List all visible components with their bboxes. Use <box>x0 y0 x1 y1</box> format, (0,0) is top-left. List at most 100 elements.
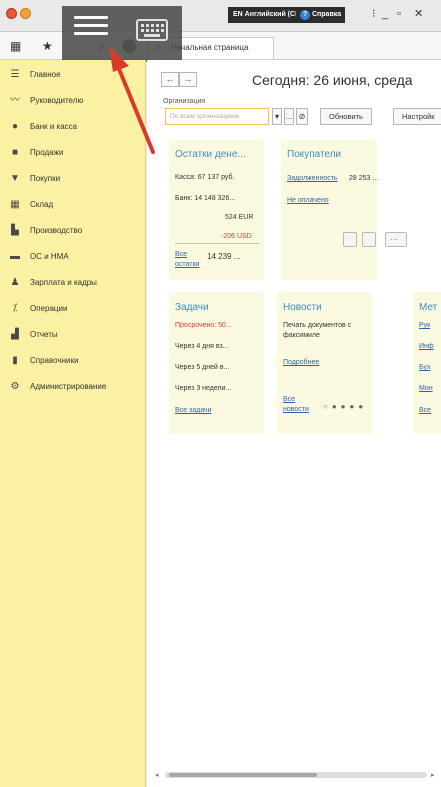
sidebar-item-label: Операции <box>30 304 68 313</box>
sidebar-item-label: Администрирование <box>30 382 107 391</box>
all-tasks-link[interactable]: Все задачи <box>175 407 212 414</box>
favorites-star-icon[interactable]: ★ <box>42 39 53 53</box>
tasks-title[interactable]: Задачи <box>175 302 209 313</box>
close-icon[interactable]: ✕ <box>414 8 423 20</box>
person-icon: ♟ <box>10 277 20 288</box>
news-pager-dots[interactable]: ○●●●● <box>323 402 367 411</box>
keyboard-icon[interactable] <box>136 19 168 41</box>
org-open-icon[interactable]: ⊘ <box>296 108 308 125</box>
tasks-overdue[interactable]: Просрочено: 50... <box>175 322 232 329</box>
app-menu-icon[interactable] <box>20 8 31 19</box>
cash-balance: Касса: 67 137 руб. <box>175 174 235 181</box>
history-nav: ← → <box>161 72 197 87</box>
methods-title[interactable]: Мет <box>419 302 437 313</box>
tasks-in-5-days[interactable]: Через 5 дней в... <box>175 364 229 371</box>
bar-chart-icon: ▟ <box>11 329 19 340</box>
more-options-button[interactable]: … <box>385 232 407 247</box>
organization-label: Организация <box>163 98 206 105</box>
chart-option-button-1[interactable] <box>343 232 357 247</box>
news-text-line-1: Печать документов с <box>283 322 352 329</box>
refresh-button[interactable]: Обновить <box>320 108 372 125</box>
bank-balance: Банк: 14 148 326... <box>175 195 236 202</box>
sidebar-item-label: Производство <box>30 226 83 235</box>
organization-input[interactable]: По всем организациям <box>165 108 269 125</box>
total-divider <box>175 243 259 244</box>
sidebar-item-label: Отчеты <box>30 330 58 339</box>
sidebar-item-operations[interactable]: ⁒ Операции <box>0 298 146 320</box>
scrollbar-thumb[interactable] <box>169 773 317 777</box>
gear-icon: ⚙ <box>10 381 20 392</box>
methods-link-2[interactable]: Инф <box>419 343 434 350</box>
all-balances-link-1[interactable]: Все <box>175 251 187 258</box>
eur-balance: 524 EUR <box>225 214 254 221</box>
bank-icon: ● <box>11 121 19 132</box>
sections-grid-icon[interactable]: ▦ <box>10 39 21 53</box>
list-icon: ☰ <box>10 69 20 80</box>
help-icon: ? <box>300 10 310 20</box>
news-card: Новости Печать документов с факсимиле По… <box>277 292 372 434</box>
methods-link-3[interactable]: Бух <box>419 364 430 371</box>
chart-option-button-2[interactable] <box>362 232 376 247</box>
sidebar-item-salary[interactable]: ♟ Зарплата и кадры <box>0 272 146 294</box>
sections-sidebar: ☰ Главное 〰 Руководителю ● Банк и касса ■ Пр… <box>0 60 146 787</box>
page-title: Сегодня: 26 июня, среда <box>252 72 413 88</box>
window-app-icons <box>6 8 31 19</box>
sidebar-item-label: Зарплата и кадры <box>30 278 97 287</box>
book-icon: ▮ <box>12 355 18 366</box>
tasks-card: Задачи Просрочено: 50... Через 4 дня вз.… <box>169 292 264 434</box>
main-content: ← → Сегодня: 26 июня, среда Организация … <box>147 60 441 787</box>
methods-link-4[interactable]: Мон <box>419 385 433 392</box>
buyers-title[interactable]: Покупатели <box>287 149 341 160</box>
home-tab-label: Начальная страница <box>171 43 249 52</box>
scroll-left-icon[interactable]: ◂ <box>155 771 159 779</box>
sidebar-item-label: Справочники <box>30 356 79 365</box>
bag-icon: ■ <box>11 147 19 158</box>
scroll-right-icon[interactable]: ▸ <box>431 771 435 779</box>
org-dropdown-icon[interactable]: ▾ <box>272 108 282 125</box>
all-news-link-2[interactable]: новости <box>283 406 309 413</box>
total-balance: 14 239 ... <box>207 252 241 261</box>
minimize-icon[interactable]: _ <box>382 8 388 20</box>
sidebar-item-fixed-assets[interactable]: ▬ ОС и НМА <box>0 246 146 268</box>
horizontal-scrollbar[interactable] <box>165 772 427 778</box>
info-icon[interactable]: ⁝ <box>372 8 376 20</box>
tasks-in-4-days[interactable]: Через 4 дня вз... <box>175 343 229 350</box>
balances-title[interactable]: Остатки дене... <box>175 149 246 160</box>
sidebar-item-label: Покупки <box>30 174 61 183</box>
sidebar-item-warehouse[interactable]: ▦ Склад <box>0 194 146 216</box>
sidebar-item-production[interactable]: ▙ Производство <box>0 220 146 242</box>
methods-card: Мет Рук Инф Бух Мон Все <box>413 292 441 434</box>
sidebar-item-admin[interactable]: ⚙ Администрирование <box>0 376 146 398</box>
debt-value: 28 253 ... <box>349 175 379 182</box>
hamburger-menu-icon[interactable] <box>74 16 108 42</box>
usd-balance: -206 USD <box>221 233 252 240</box>
sidebar-item-label: Главное <box>30 70 61 79</box>
help-label: Справка <box>312 11 342 18</box>
cart-icon: ▼ <box>10 173 20 184</box>
unpaid-link[interactable]: Не оплачено <box>287 197 329 204</box>
annotation-arrow-icon <box>109 46 155 154</box>
org-select-icon[interactable]: … <box>284 108 294 125</box>
buyers-card: Покупатели Задолженность 28 253 ... Не о… <box>281 140 379 280</box>
debt-link[interactable]: Задолженность <box>287 175 338 182</box>
sidebar-item-reports[interactable]: ▟ Отчеты <box>0 324 146 346</box>
news-title[interactable]: Новости <box>283 302 322 313</box>
sidebar-item-catalogs[interactable]: ▮ Справочники <box>0 350 146 372</box>
balances-card: Остатки дене... Касса: 67 137 руб. Банк:… <box>169 140 264 280</box>
sidebar-item-purchases[interactable]: ▼ Покупки <box>0 168 146 190</box>
sidebar-item-label: Продажи <box>30 148 64 157</box>
sidebar-item-label: ОС и НМА <box>30 252 69 261</box>
settings-button[interactable]: Настройк <box>393 108 441 125</box>
maximize-icon[interactable]: ▫ <box>397 8 401 20</box>
all-news-link-1[interactable]: Все <box>283 396 295 403</box>
all-balances-link-2[interactable]: остатки <box>175 261 199 268</box>
warehouse-icon: ▦ <box>10 199 20 210</box>
tasks-in-3-weeks[interactable]: Через 3 недели... <box>175 385 231 392</box>
methods-link-5[interactable]: Все <box>419 407 431 414</box>
forward-arrow-icon[interactable]: → <box>179 72 197 87</box>
sidebar-item-label: Склад <box>30 200 54 209</box>
help-button[interactable]: ? Справка <box>296 7 346 23</box>
chart-trend-icon: 〰 <box>10 95 20 106</box>
methods-link-1[interactable]: Рук <box>419 322 430 329</box>
news-more-link[interactable]: Подробнее <box>283 359 319 366</box>
